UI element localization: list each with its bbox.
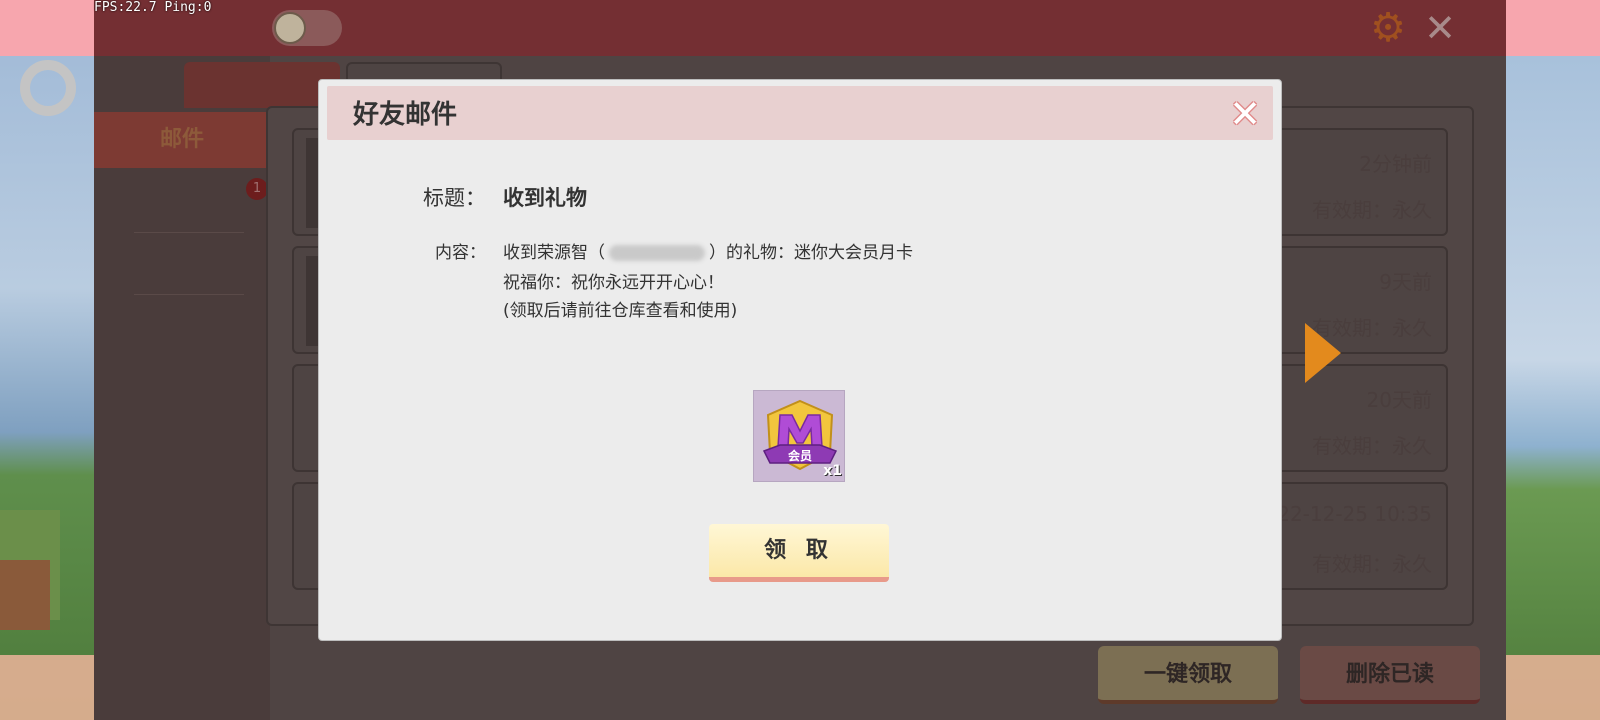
sidebar-divider [134, 232, 244, 233]
member-badge-text: 会员 [788, 448, 812, 463]
content-label: 内容： [435, 243, 486, 263]
mail-top-bar: ⚙ ✕ [94, 0, 1506, 56]
content-line-2: 祝福你：祝你永远开开心心！ [503, 273, 724, 293]
mail-window-title [124, 12, 244, 44]
top-toggle[interactable] [272, 10, 342, 46]
dirt-block [0, 560, 50, 630]
claim-all-button[interactable]: 一键领取 [1098, 646, 1278, 704]
sidebar-item-mail[interactable]: 邮件 [94, 112, 270, 168]
sidebar-item-friend[interactable] [94, 236, 270, 292]
next-arrow-icon[interactable] [1305, 323, 1341, 383]
close-icon[interactable]: ✕ [1227, 95, 1263, 133]
sidebar-divider [134, 294, 244, 295]
fps-readout: FPS:22.7 Ping:0 [94, 0, 212, 15]
content-suffix: ）的礼物：迷你大会员月卡 [709, 243, 913, 263]
blurred-id [609, 245, 705, 261]
gear-icon[interactable]: ⚙ [1366, 6, 1410, 50]
subject-label: 标题： [423, 186, 486, 210]
reward-quantity: x1 [823, 463, 842, 479]
claim-button[interactable]: 领 取 [709, 524, 889, 582]
bottom-strip [1506, 655, 1600, 720]
friend-mail-dialog: 好友邮件 ✕ 标题： 收到礼物 内容： 收到荣源智（ ）的礼物：迷你大会员月卡 祝… [318, 79, 1282, 641]
toggle-knob [274, 12, 306, 44]
delete-read-button[interactable]: 删除已读 [1300, 646, 1480, 704]
floating-ring-icon[interactable] [20, 60, 76, 116]
content-prefix: 收到荣源智（ [503, 243, 605, 263]
mail-time: 9天前 [1379, 270, 1432, 294]
content-line-1: 收到荣源智（ ）的礼物：迷你大会员月卡 [503, 238, 913, 263]
mail-sidebar: 邮件 [94, 56, 270, 720]
mail-expiry: 有效期：永久 [1312, 198, 1432, 222]
reward-item[interactable]: 会员 x1 [753, 390, 845, 482]
bottom-strip [0, 655, 94, 720]
dialog-header: 好友邮件 ✕ [327, 86, 1273, 140]
subject-value: 收到礼物 [503, 186, 587, 210]
tab-mail[interactable] [184, 62, 340, 108]
mail-time: 20天前 [1366, 388, 1432, 412]
close-icon[interactable]: ✕ [1420, 8, 1460, 48]
mail-expiry: 有效期：永久 [1312, 434, 1432, 458]
pink-corner-right [1506, 0, 1600, 56]
notification-badge: 1 [246, 178, 268, 200]
dialog-title: 好友邮件 [353, 100, 458, 130]
mail-expiry: 有效期：永久 [1312, 552, 1432, 576]
pink-corner-left [0, 0, 94, 56]
mail-time: 2分钟前 [1359, 152, 1432, 176]
game-background-right [1506, 0, 1600, 720]
content-line-3: (领取后请前往仓库查看和使用) [503, 301, 738, 321]
sidebar-item-system[interactable] [94, 176, 270, 232]
